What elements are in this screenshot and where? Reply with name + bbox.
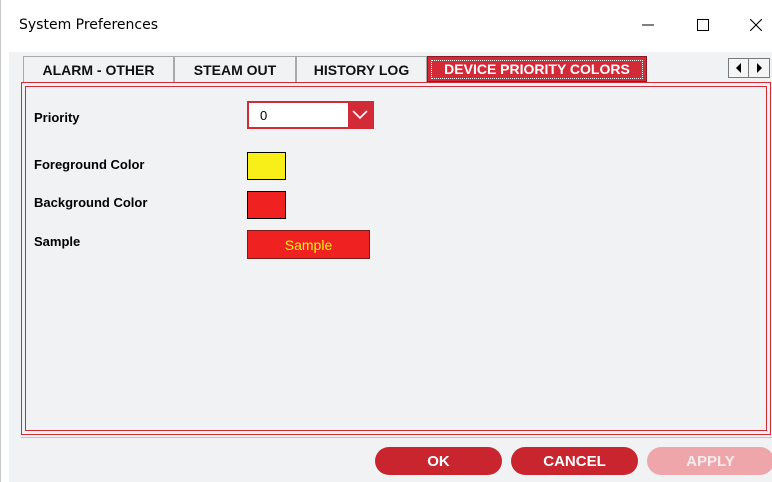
window-title: System Preferences — [19, 17, 158, 33]
priority-value: 0 — [260, 108, 268, 123]
title-bar: System Preferences — [1, 0, 772, 52]
system-preferences-window: System Preferences ALARM - OTHER STEAM O… — [0, 0, 772, 482]
arrow-right-icon — [757, 63, 762, 73]
tab-label: HISTORY LOG — [313, 61, 410, 78]
tab-alarm-other[interactable]: ALARM - OTHER — [23, 56, 174, 82]
background-color-swatch[interactable] — [247, 191, 286, 219]
close-icon — [750, 19, 762, 31]
chevron-down-icon — [352, 110, 368, 120]
minimize-button[interactable] — [625, 8, 671, 42]
tab-panel-inner-border — [25, 86, 767, 431]
tab-steam-out[interactable]: STEAM OUT — [174, 56, 296, 82]
priority-dropdown-button[interactable] — [348, 103, 372, 127]
ok-button[interactable]: OK — [375, 447, 502, 475]
tab-scroll-arrows — [728, 58, 772, 78]
apply-button[interactable]: APPLY — [647, 447, 772, 475]
tab-scroll-right-button[interactable] — [749, 58, 770, 78]
foreground-color-label: Foreground Color — [34, 157, 145, 172]
tab-label: DEVICE PRIORITY COLORS — [444, 61, 630, 77]
tab-device-priority-colors[interactable]: DEVICE PRIORITY COLORS — [427, 56, 647, 82]
maximize-button[interactable] — [680, 8, 726, 42]
sample-preview: Sample — [247, 230, 370, 259]
tab-panel — [21, 82, 771, 435]
tab-label: STEAM OUT — [193, 61, 277, 78]
tab-history-log[interactable]: HISTORY LOG — [296, 56, 427, 82]
arrow-left-icon — [735, 63, 741, 73]
sample-label: Sample — [34, 234, 81, 249]
foreground-color-swatch[interactable] — [247, 152, 286, 180]
tab-label: ALARM - OTHER — [42, 61, 155, 78]
minimize-icon — [642, 24, 654, 26]
footer-separator — [21, 437, 772, 438]
tab-scroll-left-button[interactable] — [728, 58, 749, 78]
priority-dropdown[interactable]: 0 — [247, 101, 374, 129]
close-button[interactable] — [733, 8, 772, 42]
maximize-icon — [697, 19, 709, 31]
priority-label: Priority — [34, 110, 80, 125]
background-color-label: Background Color — [34, 195, 148, 210]
cancel-button[interactable]: CANCEL — [511, 447, 638, 475]
